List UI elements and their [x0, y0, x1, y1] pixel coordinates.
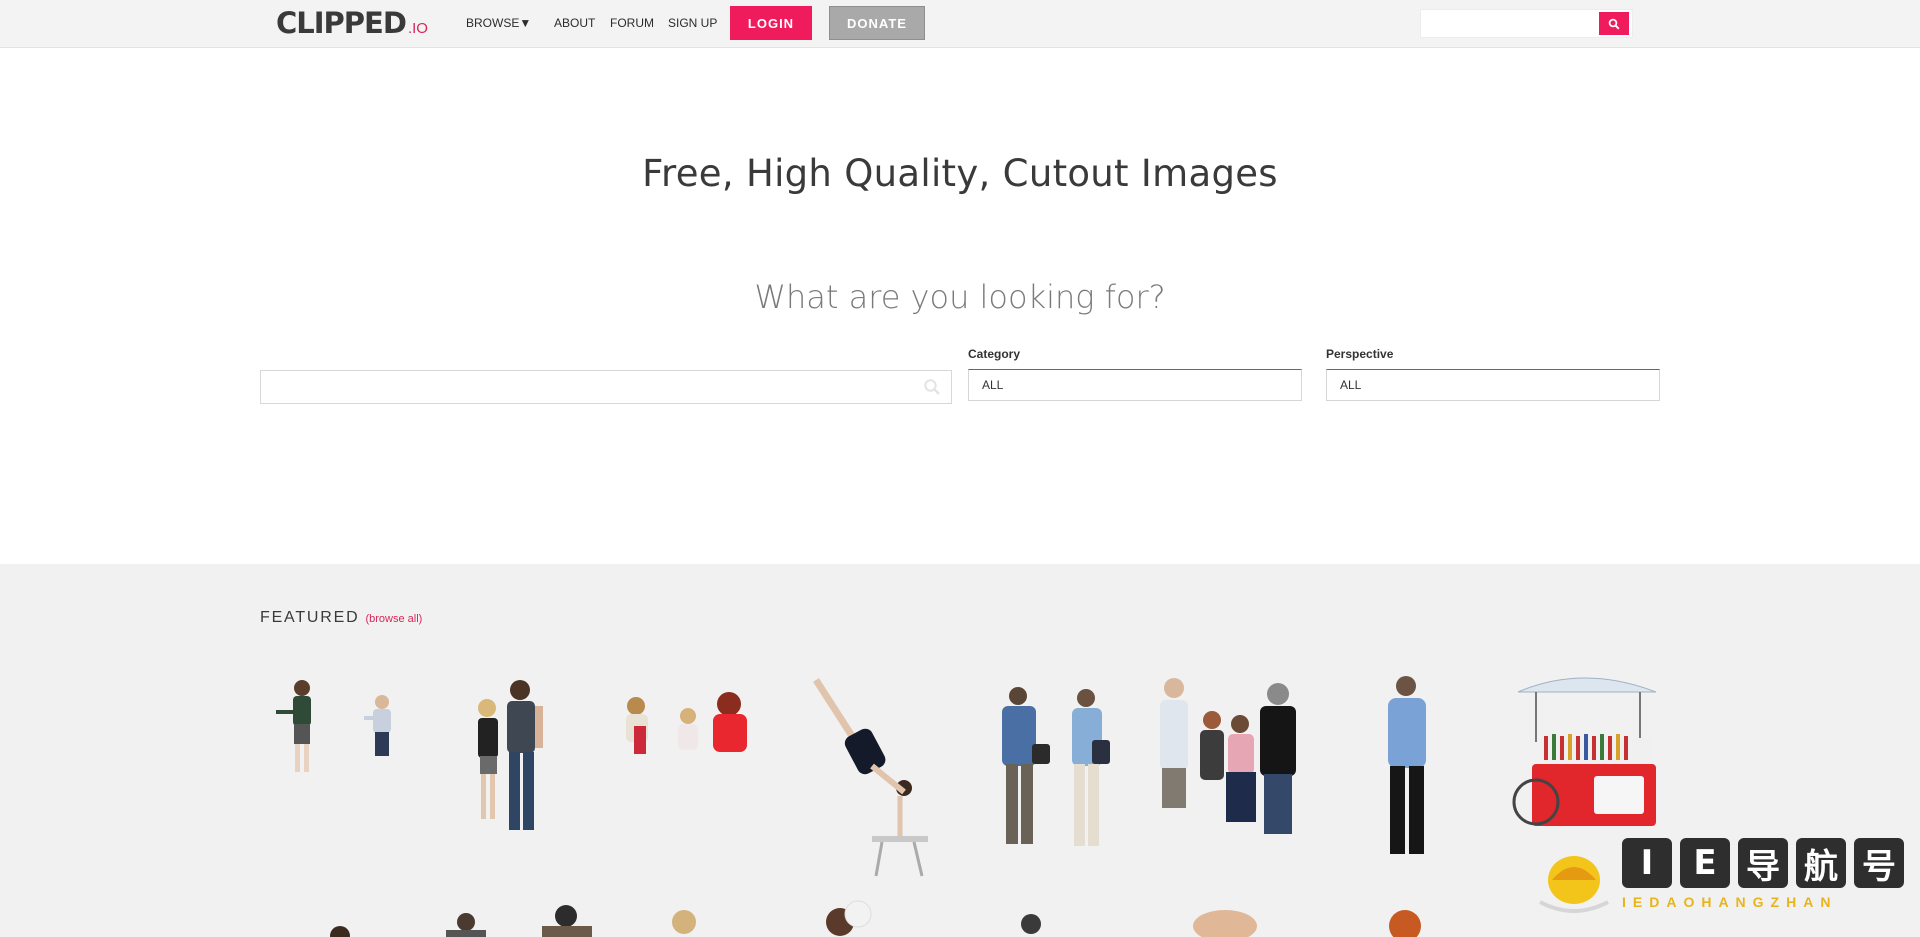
man-walking-image — [1388, 676, 1426, 854]
featured-row2-item-6[interactable] — [1190, 898, 1260, 937]
caret-down-icon: ▼ — [519, 16, 532, 30]
watermark-char: 号 — [1854, 838, 1904, 888]
signup-link[interactable]: SIGN UP — [668, 16, 717, 30]
site-logo[interactable]: CLIPPED .IO — [276, 6, 428, 40]
watermark-char: E — [1680, 838, 1730, 888]
featured-item-women-sitting[interactable] — [614, 684, 754, 784]
main-search-input[interactable] — [260, 370, 952, 404]
logo-suffix: .IO — [407, 20, 428, 37]
perspective-select[interactable]: ALL — [1326, 369, 1660, 401]
category-select[interactable]: ALL — [968, 369, 1302, 401]
featured-item-kids[interactable] — [262, 676, 412, 816]
featured-title: FEATURED — [260, 609, 360, 626]
header-search-button[interactable] — [1599, 12, 1629, 35]
featured-item-cart[interactable] — [1508, 672, 1658, 852]
watermark-char: 航 — [1796, 838, 1846, 888]
featured-item-group[interactable] — [1150, 674, 1305, 874]
person-image — [672, 910, 696, 934]
featured-row2-item-3[interactable] — [664, 904, 704, 937]
featured-heading: FEATURED (browse all) — [260, 609, 422, 627]
browse-link[interactable]: BROWSE — [466, 16, 519, 30]
featured-row2-item-2[interactable] — [446, 904, 596, 937]
people-image — [446, 905, 592, 937]
watermark-char: I — [1622, 838, 1672, 888]
donate-button[interactable]: DONATE — [829, 6, 925, 40]
watermark-subtitle: IEDAOHANGZHAN — [1622, 894, 1838, 910]
logo-text: CLIPPED — [276, 6, 407, 40]
page-title: Free, High Quality, Cutout Images — [642, 152, 1278, 195]
header-search-input[interactable] — [1420, 9, 1633, 38]
top-navbar: CLIPPED .IO BROWSE ▼ ABOUT FORUM SIGN UP… — [0, 0, 1920, 48]
featured-item-man-walking[interactable] — [1366, 674, 1446, 874]
watermark-char: 导 — [1738, 838, 1788, 888]
women-sitting-image — [626, 692, 747, 754]
person-image — [1389, 910, 1421, 937]
nav-item-forum[interactable]: FORUM — [610, 0, 654, 46]
nav-item-about[interactable]: ABOUT — [554, 0, 595, 46]
featured-item-men-walking[interactable] — [986, 684, 1116, 864]
browse-all-link[interactable]: (browse all) — [365, 613, 422, 625]
watermark-overlay: I E 导 航 号 IEDAOHANGZHAN — [1530, 838, 1904, 918]
featured-item-gymnast[interactable] — [812, 676, 928, 877]
cart-image — [1512, 677, 1657, 826]
gymnast-image — [813, 678, 928, 877]
login-button[interactable]: LOGIN — [730, 6, 812, 40]
watermark-logo-icon — [1539, 856, 1609, 913]
forum-link[interactable]: FORUM — [610, 16, 654, 30]
person-image — [1193, 910, 1257, 937]
person-image — [826, 900, 872, 936]
search-icon — [1608, 18, 1620, 30]
nav-item-browse[interactable]: BROWSE ▼ — [466, 0, 531, 46]
group-image — [1160, 678, 1296, 834]
category-label: Category — [968, 347, 1021, 361]
search-prompt: What are you looking for? — [754, 278, 1166, 316]
person-image — [330, 926, 350, 937]
nav-item-signup[interactable]: SIGN UP — [668, 0, 717, 46]
featured-row2-item-1[interactable] — [320, 916, 360, 937]
featured-row2-item-4[interactable] — [818, 898, 878, 937]
featured-row2-item-7[interactable] — [1380, 904, 1430, 937]
men-walking-image — [1002, 687, 1110, 846]
person-image — [1021, 914, 1041, 934]
couple-image — [478, 680, 543, 830]
about-link[interactable]: ABOUT — [554, 16, 595, 30]
featured-item-couple[interactable] — [462, 676, 572, 866]
kids-image — [276, 680, 391, 772]
watermark-characters: I E 导 航 号 — [1622, 838, 1904, 888]
featured-row2-item-5[interactable] — [1016, 908, 1046, 937]
search-icon[interactable] — [923, 378, 941, 396]
perspective-label: Perspective — [1326, 347, 1394, 361]
